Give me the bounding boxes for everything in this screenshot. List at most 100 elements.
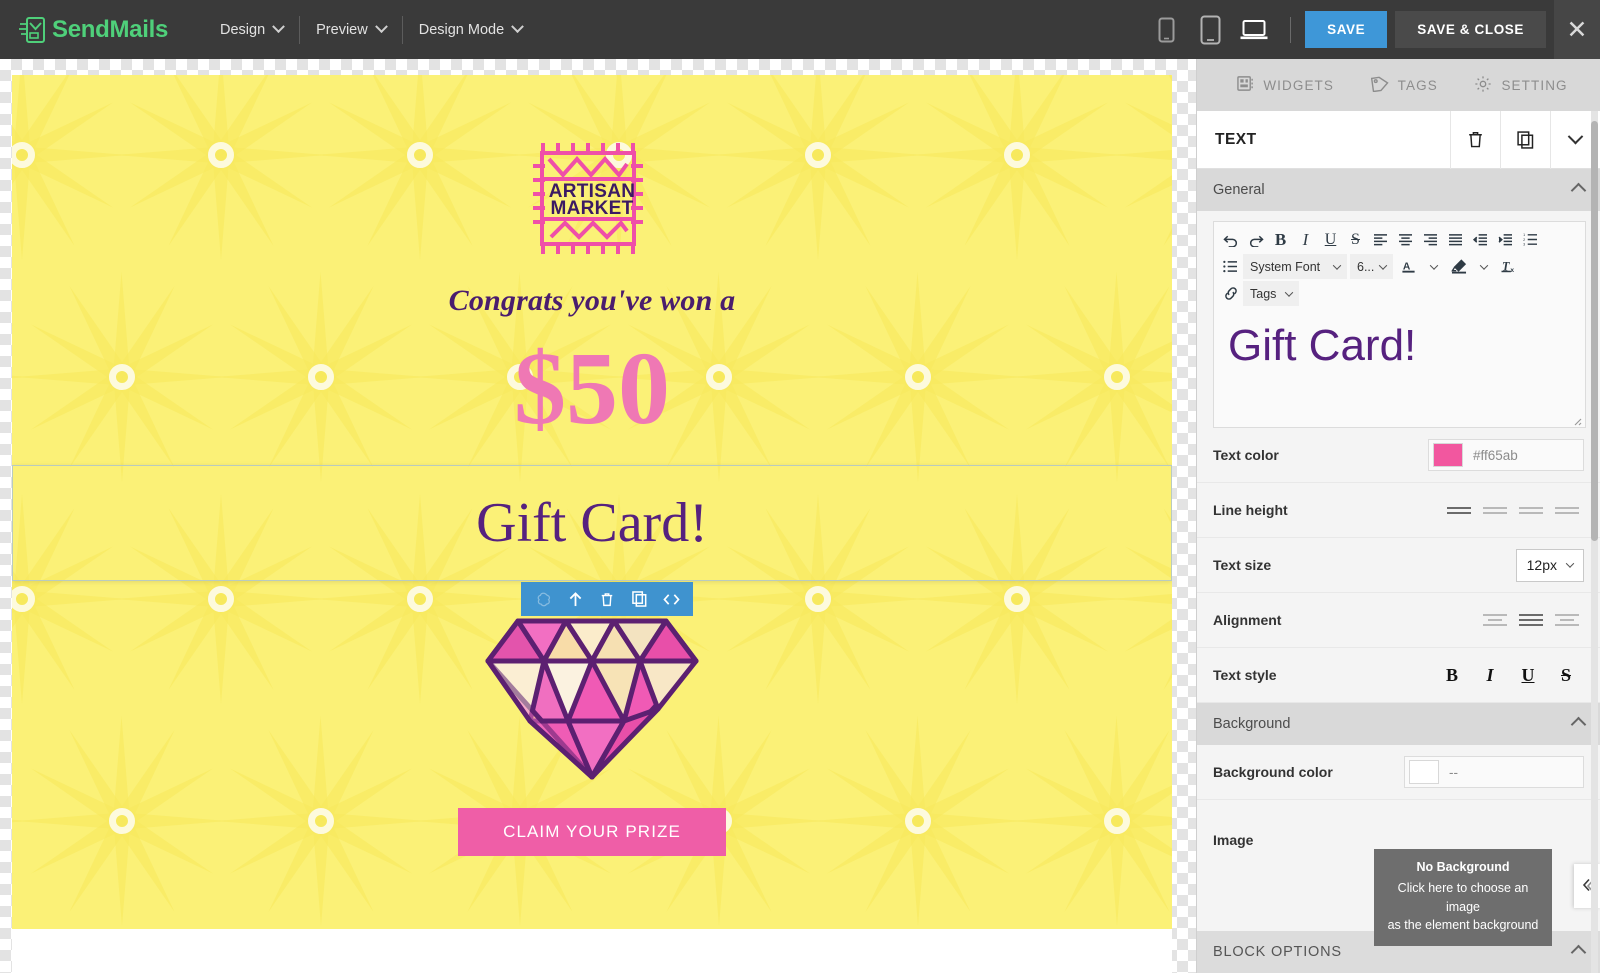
line-height-loose-button[interactable] xyxy=(1514,495,1548,525)
panel-delete-button[interactable] xyxy=(1450,110,1500,169)
mobile-icon xyxy=(1158,17,1175,42)
font-size-select[interactable]: 6... xyxy=(1350,254,1394,279)
alignment-label: Alignment xyxy=(1213,612,1282,628)
gift-card-text[interactable]: Gift Card! xyxy=(476,495,708,551)
background-color-swatch[interactable] xyxy=(1409,760,1439,784)
rte-text-content[interactable]: Gift Card! xyxy=(1228,321,1571,372)
text-color-control[interactable]: #ff65ab xyxy=(1428,439,1584,471)
artisan-market-logo[interactable]: ARTISAN MARKET xyxy=(527,131,657,266)
delete-icon[interactable] xyxy=(593,582,621,616)
underline-icon[interactable]: U xyxy=(1318,226,1343,253)
no-background-tooltip[interactable]: No Background Click here to choose an im… xyxy=(1374,849,1552,946)
menu-preview[interactable]: Preview xyxy=(300,11,402,49)
text-style-label: Text style xyxy=(1213,667,1277,683)
text-color-swatch[interactable] xyxy=(1433,443,1463,467)
bold-icon[interactable]: B xyxy=(1268,226,1293,253)
ai-assistant-icon[interactable] xyxy=(529,582,557,616)
highlight-dropdown-icon[interactable] xyxy=(1471,253,1496,280)
save-button[interactable]: SAVE xyxy=(1305,11,1388,48)
align-right-button[interactable] xyxy=(1550,605,1584,635)
font-family-select[interactable]: System Font xyxy=(1243,254,1347,279)
align-center-icon[interactable] xyxy=(1393,226,1418,253)
panel-scrollbar[interactable] xyxy=(1591,121,1598,541)
element-type-title: TEXT xyxy=(1215,130,1257,148)
resize-handle-icon[interactable] xyxy=(1570,413,1582,426)
widgets-icon xyxy=(1237,75,1254,95)
text-color-value: #ff65ab xyxy=(1473,447,1518,463)
line-height-normal-button[interactable] xyxy=(1478,495,1512,525)
highlight-color-icon[interactable] xyxy=(1446,253,1471,280)
rte-content-area[interactable]: Gift Card! xyxy=(1214,309,1585,427)
tab-setting[interactable]: SETTING xyxy=(1474,75,1567,96)
svg-text:A: A xyxy=(1403,261,1411,272)
italic-icon[interactable]: I xyxy=(1293,226,1318,253)
duplicate-icon[interactable] xyxy=(625,582,653,616)
app-logo[interactable]: SendMails xyxy=(18,15,168,45)
section-background-label: Background xyxy=(1213,716,1291,732)
section-background[interactable]: Background xyxy=(1197,703,1600,745)
underline-button[interactable]: U xyxy=(1510,659,1546,691)
panel-duplicate-button[interactable] xyxy=(1500,110,1550,169)
prize-amount[interactable]: $50 xyxy=(12,334,1172,443)
text-size-select[interactable]: 12px xyxy=(1515,548,1584,582)
align-left-icon[interactable] xyxy=(1368,226,1393,253)
align-right-icon[interactable] xyxy=(1418,226,1443,253)
save-and-close-button[interactable]: SAVE & CLOSE xyxy=(1395,11,1546,48)
rich-text-editor[interactable]: B I U S 1 2 3 System Font 6... A T x Tag… xyxy=(1213,221,1586,428)
email-canvas[interactable]: ARTISAN MARKET Congrats you've won a $50… xyxy=(0,59,1196,973)
text-size-row: Text size 12px xyxy=(1197,538,1600,593)
font-color-icon[interactable]: A xyxy=(1396,253,1421,280)
chevron-down-icon xyxy=(374,20,388,34)
indent-icon[interactable] xyxy=(1493,226,1518,253)
gem-illustration[interactable] xyxy=(482,589,702,784)
desktop-view-button[interactable] xyxy=(1232,0,1276,59)
congrats-heading[interactable]: Congrats you've won a xyxy=(12,284,1172,318)
italic-button[interactable]: I xyxy=(1472,659,1508,691)
unordered-list-icon[interactable] xyxy=(1218,253,1243,280)
section-general[interactable]: General xyxy=(1197,169,1600,211)
close-editor-button[interactable]: ✕ xyxy=(1554,0,1600,59)
align-center-button[interactable] xyxy=(1514,605,1548,635)
text-style-control[interactable]: B I U S xyxy=(1434,659,1584,691)
tab-tags[interactable]: TAGS xyxy=(1370,75,1438,95)
chevron-down-icon xyxy=(1332,260,1342,270)
email-footer-section[interactable] xyxy=(12,929,1172,973)
menu-design-mode[interactable]: Design Mode xyxy=(403,11,538,49)
claim-prize-button[interactable]: CLAIM YOUR PRIZE xyxy=(458,808,726,857)
menu-design[interactable]: Design xyxy=(204,11,299,49)
clear-formatting-icon[interactable]: Tx xyxy=(1496,253,1521,280)
background-color-control[interactable]: -- xyxy=(1404,756,1584,788)
bold-button[interactable]: B xyxy=(1434,659,1470,691)
tab-widgets[interactable]: WIDGETS xyxy=(1237,75,1334,95)
link-icon[interactable] xyxy=(1218,280,1243,307)
mobile-view-button[interactable] xyxy=(1144,0,1188,59)
ordered-list-icon[interactable]: 123 xyxy=(1518,226,1543,253)
strikethrough-button[interactable]: S xyxy=(1548,659,1584,691)
tablet-view-button[interactable] xyxy=(1188,0,1232,59)
tags-dropdown[interactable]: Tags xyxy=(1243,281,1299,306)
element-floating-toolbar[interactable] xyxy=(521,582,693,617)
move-up-icon[interactable] xyxy=(561,582,589,616)
undo-icon[interactable] xyxy=(1218,226,1243,253)
text-size-control[interactable]: 12px xyxy=(1515,548,1584,582)
rte-toolbar: B I U S 1 2 3 System Font 6... A T x Tag… xyxy=(1214,222,1585,309)
line-height-double-button[interactable] xyxy=(1550,495,1584,525)
align-justify-icon[interactable] xyxy=(1443,226,1468,253)
redo-icon[interactable] xyxy=(1243,226,1268,253)
chevron-down-icon xyxy=(1379,260,1388,270)
font-color-dropdown-icon[interactable] xyxy=(1421,253,1446,280)
line-height-tight-button[interactable] xyxy=(1442,495,1476,525)
chevron-down-icon xyxy=(272,20,286,34)
align-left-button[interactable] xyxy=(1478,605,1512,635)
text-color-field[interactable]: #ff65ab xyxy=(1428,439,1584,471)
background-color-field[interactable]: -- xyxy=(1404,756,1584,788)
toolbar-divider xyxy=(1290,16,1292,43)
line-height-control[interactable] xyxy=(1442,495,1584,525)
selected-text-element[interactable]: Gift Card! xyxy=(12,465,1172,617)
outdent-icon[interactable] xyxy=(1468,226,1493,253)
code-icon[interactable] xyxy=(657,582,685,616)
alignment-control[interactable] xyxy=(1478,605,1584,635)
tooltip-line-2: as the element background xyxy=(1387,918,1539,933)
email-hero-section[interactable]: ARTISAN MARKET Congrats you've won a $50… xyxy=(12,75,1172,929)
strikethrough-icon[interactable]: S xyxy=(1343,226,1368,253)
